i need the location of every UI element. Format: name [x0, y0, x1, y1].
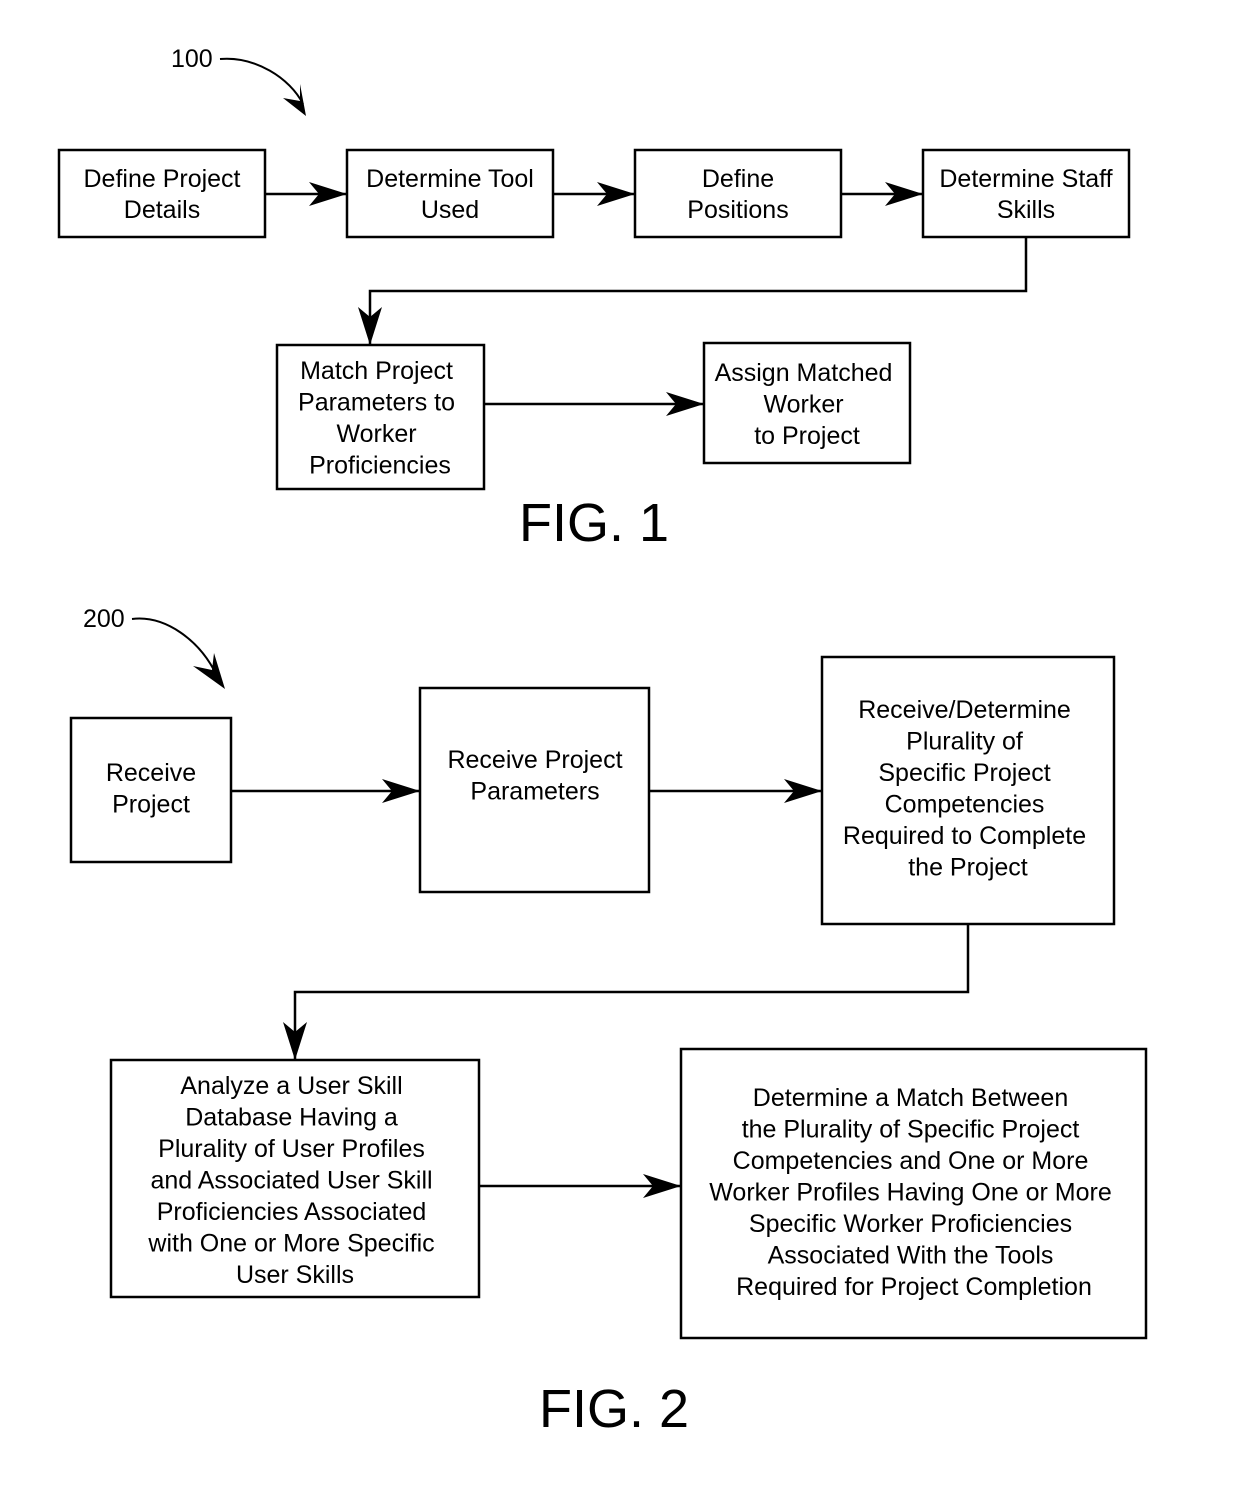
flow-step-determine-staff-skills: Determine Staff Skills: [921, 148, 1131, 239]
flow-step-match-project-parameters: Match Project Parameters to Worker Profi…: [275, 343, 486, 491]
patent-drawing-sheet: 100 Define Project Details Determine Tool…: [57, 45, 1148, 1439]
leader-arrowhead-icon: [193, 653, 225, 689]
flow-step-assign-matched-worker: Assign Matched Worker to Project: [702, 341, 912, 465]
reference-numeral-200: 200: [83, 605, 125, 633]
flow-step-receive-project: Receive Project: [69, 716, 233, 864]
flow-step-determine-competencies: Receive/Determine Plurality of Specific …: [820, 655, 1116, 926]
reference-numeral-100: 100: [171, 45, 213, 73]
flow-step-determine-match: Determine a Match Between the Plurality …: [679, 1047, 1148, 1340]
flow-step-receive-project-parameters: Receive Project Parameters: [418, 686, 651, 894]
flow-arrow-1-4-to-1-5: [358, 237, 1028, 345]
flow-step-analyze-user-skill-database: Analyze a User Skill Database Having a P…: [109, 1058, 481, 1299]
figure-2: 200 Receive Project Receive Project Parame…: [69, 605, 1148, 1439]
leader-arrowhead-icon: [283, 84, 306, 116]
svg-text:Analyze a User Skill D: Analyze a User Skill Database Having a P…: [147, 1072, 441, 1289]
flow-step-define-project-details: Define Project Details: [57, 148, 267, 239]
figure-1: 100 Define Project Details Determine Tool…: [57, 45, 1131, 553]
flow-step-determine-tool-used: Determine Tool Used: [345, 148, 555, 239]
figure-label-fig-2: FIG. 2: [539, 1379, 689, 1439]
flow-arrow-2-3-to-2-4: [283, 924, 970, 1060]
figure-label-fig-1: FIG. 1: [519, 493, 669, 553]
flow-step-define-positions: Define Positions: [633, 148, 843, 239]
reference-leader-arrow-100: [219, 57, 306, 116]
svg-text:Determine a Match Between: Determine a Match Between the Plurality …: [709, 1084, 1118, 1301]
reference-leader-arrow-200: [131, 617, 225, 689]
